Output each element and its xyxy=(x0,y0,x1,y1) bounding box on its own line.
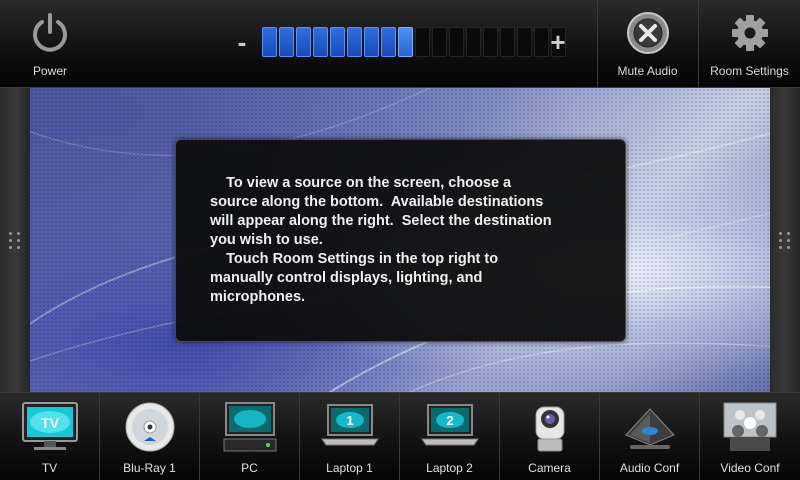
volume-segment xyxy=(398,27,413,57)
volume-segment xyxy=(500,27,515,57)
laptop-icon: 1 xyxy=(321,404,379,446)
source-label: Laptop 1 xyxy=(326,461,373,475)
tv-icon: TV xyxy=(22,402,78,450)
laptop-icon: 2 xyxy=(421,404,479,446)
grip-dots-icon xyxy=(779,231,791,249)
power-button[interactable]: Power xyxy=(0,0,100,88)
left-panel-handle[interactable] xyxy=(0,88,30,392)
grip-dots-icon xyxy=(9,231,21,249)
mute-icon xyxy=(626,12,669,54)
conference-phone-icon xyxy=(625,408,675,449)
svg-text:2: 2 xyxy=(446,413,453,428)
room-settings-label: Room Settings xyxy=(710,64,789,78)
pc-icon xyxy=(223,402,277,452)
volume-segment xyxy=(262,27,277,57)
source-label: Laptop 2 xyxy=(426,461,473,475)
source-bar: TV TV Blu-Ray 1 PC 1 Laptop 1 2 Laptop 2 Camera A… xyxy=(0,392,800,480)
volume-segment xyxy=(364,27,379,57)
svg-text:1: 1 xyxy=(346,413,353,428)
top-bar: Power - + Mute Audio Room Settings xyxy=(0,0,800,88)
volume-segment xyxy=(466,27,481,57)
svg-text:TV: TV xyxy=(41,415,60,431)
instructions-text: To view a source on the screen, choose a… xyxy=(210,175,552,305)
mute-audio-label: Mute Audio xyxy=(617,64,678,78)
volume-segment xyxy=(296,27,311,57)
volume-segment xyxy=(381,27,396,57)
video-conference-icon xyxy=(723,402,777,451)
bluray-disc-icon xyxy=(125,402,175,452)
source-label: Audio Conf xyxy=(619,461,680,475)
camera-icon xyxy=(535,406,565,452)
gear-icon xyxy=(731,15,768,51)
volume-segment xyxy=(517,27,532,57)
source-label: TV xyxy=(41,461,58,475)
volume-segment xyxy=(279,27,294,57)
volume-segment xyxy=(449,27,464,57)
volume-segment xyxy=(415,27,430,57)
source-button-audio-conf[interactable]: Audio Conf xyxy=(600,393,700,480)
volume-bar[interactable] xyxy=(262,27,566,57)
source-button-pc[interactable]: PC xyxy=(200,393,300,480)
volume-down-button[interactable]: - xyxy=(228,24,256,60)
source-button-tv[interactable]: TV TV xyxy=(0,393,100,480)
source-label: Camera xyxy=(528,461,571,475)
volume-segment xyxy=(483,27,498,57)
source-button-video-conf[interactable]: Video Conf xyxy=(700,393,800,480)
source-label: Blu-Ray 1 xyxy=(123,461,176,475)
source-button-camera[interactable]: Camera xyxy=(500,393,600,480)
room-settings-button[interactable]: Room Settings xyxy=(698,0,800,88)
power-label: Power xyxy=(32,64,67,78)
mute-audio-button[interactable]: Mute Audio xyxy=(597,0,697,88)
volume-segment xyxy=(432,27,447,57)
source-button-blu-ray-1[interactable]: Blu-Ray 1 xyxy=(100,393,200,480)
volume-segment xyxy=(330,27,345,57)
instructions-panel: To view a source on the screen, choose a… xyxy=(175,139,626,342)
volume-segment xyxy=(313,27,328,57)
source-label: PC xyxy=(241,461,258,475)
source-label: Video Conf xyxy=(720,461,780,475)
source-button-laptop-2[interactable]: 2 Laptop 2 xyxy=(400,393,500,480)
volume-up-button[interactable]: + xyxy=(544,24,572,60)
right-panel-handle[interactable] xyxy=(770,88,800,392)
source-button-laptop-1[interactable]: 1 Laptop 1 xyxy=(300,393,400,480)
volume-segment xyxy=(347,27,362,57)
power-icon xyxy=(33,13,67,52)
